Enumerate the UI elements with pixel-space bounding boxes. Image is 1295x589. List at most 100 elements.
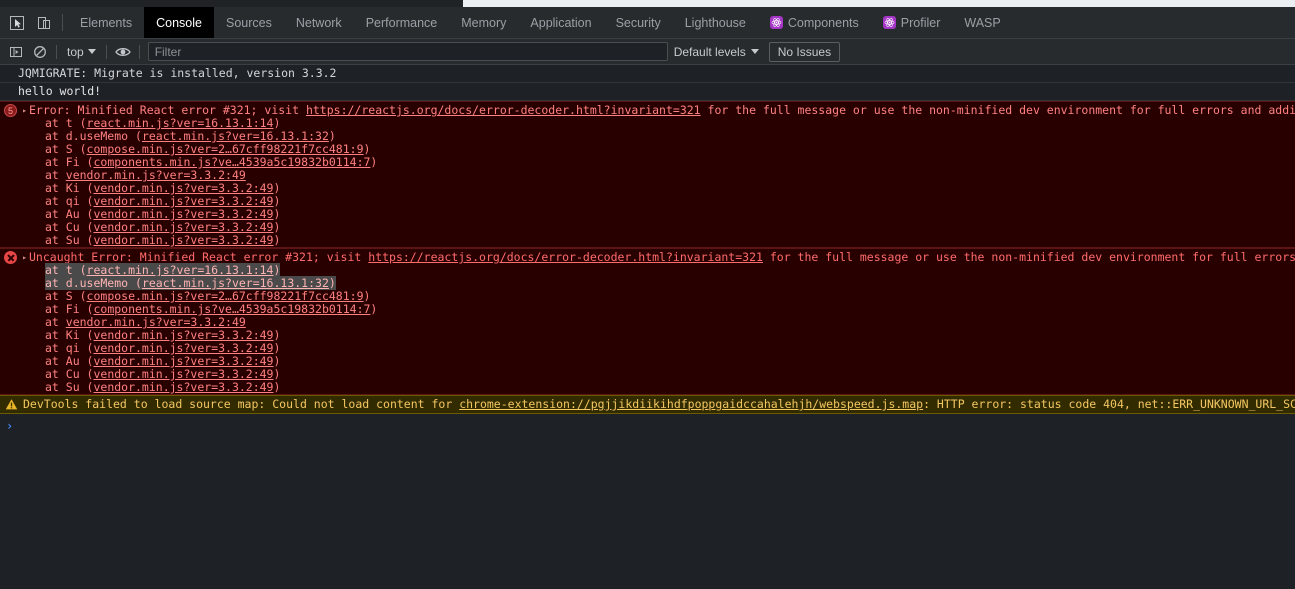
device-toolbar-icon[interactable] — [30, 7, 57, 38]
tab-elements[interactable]: Elements — [68, 7, 144, 38]
tab-label: Network — [295, 15, 342, 30]
stack-frame-tail: ) — [273, 354, 281, 368]
stack-frame-link[interactable]: compose.min.js?ver=2…67cff98221f7cc481:9 — [87, 289, 364, 303]
console-filter-toolbar: top Default levels No Issues — [0, 39, 1295, 65]
chevron-right-icon[interactable]: ▸ — [20, 104, 29, 117]
console-error-stack: at t (react.min.js?ver=16.13.1:14) at d.… — [0, 263, 1295, 394]
tab-memory[interactable]: Memory — [449, 7, 518, 38]
tab-components[interactable]: Components — [758, 7, 871, 38]
tab-lighthouse[interactable]: Lighthouse — [673, 7, 758, 38]
stack-frame-fn: at Su ( — [45, 233, 94, 247]
tab-profiler[interactable]: Profiler — [871, 7, 953, 38]
stack-frame-link[interactable]: react.min.js?ver=16.13.1:32 — [142, 276, 329, 290]
stack-frame-link[interactable]: react.min.js?ver=16.13.1:32 — [142, 129, 329, 143]
console-message-error-grouped[interactable]: 5 ▸ Error: Minified React error #321; vi… — [0, 101, 1295, 248]
tab-label: Components — [787, 15, 859, 30]
log-levels-label: Default levels — [673, 44, 746, 59]
console-message-warning[interactable]: DevTools failed to load source map: Coul… — [0, 395, 1295, 414]
stack-frame-link[interactable]: vendor.min.js?ver=3.3.2:49 — [93, 194, 273, 208]
issues-button[interactable]: No Issues — [768, 41, 841, 62]
console-message-info[interactable]: JQMIGRATE: Migrate is installed, version… — [0, 65, 1295, 83]
execution-context-selector[interactable]: top — [61, 42, 102, 61]
stack-frame-link[interactable]: vendor.min.js?ver=3.3.2:49 — [93, 220, 273, 234]
page-strip-above-devtools — [0, 0, 1295, 7]
stack-frame-fn: at Au ( — [45, 207, 94, 221]
source-map-link[interactable]: chrome-extension://pgjjikdiikihdfpoppgai… — [459, 397, 923, 411]
error-decoder-link[interactable]: https://reactjs.org/docs/error-decoder.h… — [306, 103, 701, 117]
stack-frame-fn: at — [45, 315, 66, 329]
prompt-caret-icon: › — [6, 418, 14, 433]
stack-frame-link[interactable]: vendor.min.js?ver=3.3.2:49 — [93, 207, 273, 221]
console-error-stack: at t (react.min.js?ver=16.13.1:14) at d.… — [0, 117, 1295, 247]
console-prompt[interactable]: › — [0, 414, 1295, 438]
error-x-icon — [4, 251, 17, 264]
stack-frame-fn: at — [45, 168, 66, 182]
stack-frame-link[interactable]: components.min.js?ve…4539a5c19832b0114:7 — [93, 155, 370, 169]
warning-text-post: : HTTP error: status code 404, net::ERR_… — [923, 397, 1295, 411]
filter-input[interactable] — [147, 42, 668, 61]
stack-frame-link[interactable]: vendor.min.js?ver=3.3.2:49 — [93, 380, 273, 394]
error-title-pre: Uncaught Error: Minified React error #32… — [29, 250, 369, 264]
stack-frame-link[interactable]: react.min.js?ver=16.13.1:14 — [87, 263, 274, 277]
live-expression-icon[interactable] — [111, 41, 135, 63]
show-console-sidebar-icon[interactable] — [4, 41, 28, 63]
stack-frame-link[interactable]: vendor.min.js?ver=3.3.2:49 — [66, 315, 246, 329]
tab-application[interactable]: Application — [518, 7, 603, 38]
stack-frame-link[interactable]: compose.min.js?ver=2…67cff98221f7cc481:9 — [87, 142, 364, 156]
stack-frame-fn: at d.useMemo ( — [45, 129, 142, 143]
warning-text-pre: DevTools failed to load source map: Coul… — [23, 397, 460, 411]
console-prompt-input[interactable] — [19, 418, 1295, 434]
stack-frame-fn: at Su ( — [45, 380, 94, 394]
chevron-down-icon — [750, 49, 759, 54]
stack-frame-tail: ) — [363, 142, 371, 156]
stack-frame-fn: at Cu ( — [45, 367, 94, 381]
stack-frame-link[interactable]: components.min.js?ve…4539a5c19832b0114:7 — [93, 302, 370, 316]
console-message-log[interactable]: hello world! — [0, 83, 1295, 101]
stack-frame-fn: at d.useMemo ( — [45, 276, 142, 290]
stack-frame-link[interactable]: vendor.min.js?ver=3.3.2:49 — [93, 341, 273, 355]
tab-label: Elements — [80, 15, 133, 30]
console-error-header[interactable]: ▸ Uncaught Error: Minified React error #… — [0, 249, 1295, 264]
error-count-badge: 5 — [4, 104, 17, 117]
inspect-element-icon[interactable] — [3, 7, 30, 38]
toolbar-divider — [138, 44, 140, 59]
stack-frame-link[interactable]: vendor.min.js?ver=3.3.2:49 — [93, 367, 273, 381]
stack-frame-link[interactable]: vendor.min.js?ver=3.3.2:49 — [66, 168, 246, 182]
error-title-post: for the full message or use the non-mini… — [700, 103, 1295, 117]
stack-frame-fn: at t ( — [45, 116, 87, 130]
stack-frame-tail: ) — [273, 194, 281, 208]
console-message-error-uncaught[interactable]: ▸ Uncaught Error: Minified React error #… — [0, 248, 1295, 395]
clear-console-icon[interactable] — [28, 41, 52, 63]
tab-performance[interactable]: Performance — [354, 7, 450, 38]
error-decoder-link[interactable]: https://reactjs.org/docs/error-decoder.h… — [368, 250, 763, 264]
tab-console[interactable]: Console — [144, 7, 214, 38]
tab-label: WASP — [964, 15, 1001, 30]
stack-frame-tail: ) — [273, 181, 281, 195]
stack-frame[interactable]: at Su (vendor.min.js?ver=3.3.2:49) — [45, 381, 1295, 394]
tab-security[interactable]: Security — [604, 7, 673, 38]
stack-frame-tail: ) — [273, 380, 281, 394]
warning-triangle-icon — [5, 398, 18, 411]
stack-frame-link[interactable]: react.min.js?ver=16.13.1:14 — [87, 116, 274, 130]
tab-label: Lighthouse — [684, 15, 746, 30]
stack-frame-link[interactable]: vendor.min.js?ver=3.3.2:49 — [93, 328, 273, 342]
stack-frame-link[interactable]: vendor.min.js?ver=3.3.2:49 — [93, 354, 273, 368]
tab-wasp[interactable]: WASP — [952, 7, 1012, 38]
console-error-header[interactable]: 5 ▸ Error: Minified React error #321; vi… — [0, 102, 1295, 117]
stack-frame-tail: ) — [273, 220, 281, 234]
execution-context-label: top — [67, 44, 84, 59]
tab-label: Memory — [461, 15, 507, 30]
tabbar-divider — [62, 14, 63, 31]
tab-sources[interactable]: Sources — [214, 7, 284, 38]
console-message-text: hello world! — [18, 84, 102, 98]
error-title-pre: Error: Minified React error #321; visit — [29, 103, 306, 117]
tab-label: Security — [615, 15, 661, 30]
log-levels-selector[interactable]: Default levels — [668, 45, 765, 59]
stack-frame-link[interactable]: vendor.min.js?ver=3.3.2:49 — [93, 181, 273, 195]
console-message-list[interactable]: JQMIGRATE: Migrate is installed, version… — [0, 65, 1295, 589]
stack-frame[interactable]: at Su (vendor.min.js?ver=3.3.2:49) — [45, 234, 1295, 247]
chevron-right-icon[interactable]: ▸ — [20, 251, 29, 264]
tab-network[interactable]: Network — [284, 7, 354, 38]
stack-frame-link[interactable]: vendor.min.js?ver=3.3.2:49 — [93, 233, 273, 247]
toolbar-divider — [105, 44, 107, 59]
